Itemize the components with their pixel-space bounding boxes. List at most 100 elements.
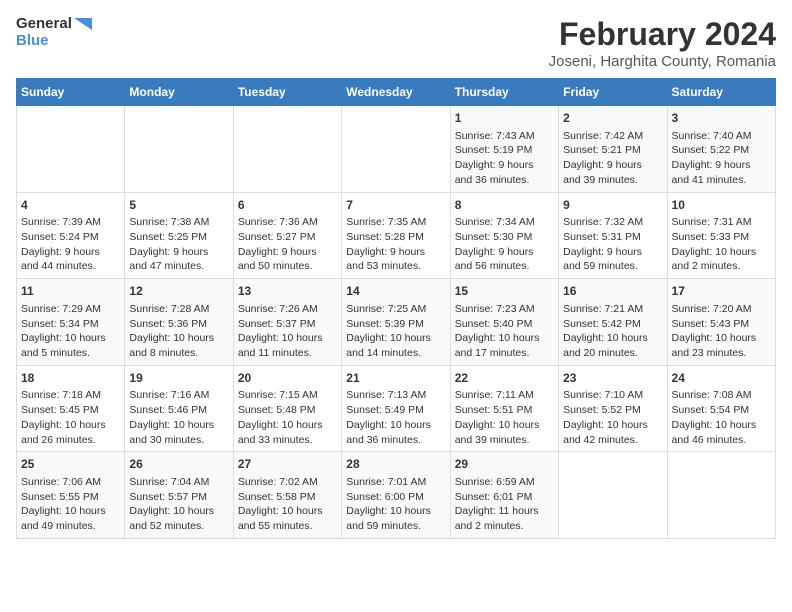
day-info: and 59 minutes.: [346, 519, 445, 534]
cal-cell: 25Sunrise: 7:06 AMSunset: 5:55 PMDayligh…: [17, 452, 125, 539]
day-number: 21: [346, 370, 445, 387]
cal-cell: 6Sunrise: 7:36 AMSunset: 5:27 PMDaylight…: [233, 192, 341, 279]
day-info: Sunrise: 7:10 AM: [563, 388, 662, 403]
cal-cell: [125, 106, 233, 193]
day-info: Daylight: 9 hours: [455, 245, 554, 260]
cal-cell: 23Sunrise: 7:10 AMSunset: 5:52 PMDayligh…: [559, 365, 667, 452]
day-info: and 59 minutes.: [563, 259, 662, 274]
week-row-2: 4Sunrise: 7:39 AMSunset: 5:24 PMDaylight…: [17, 192, 776, 279]
day-info: Sunrise: 7:34 AM: [455, 215, 554, 230]
day-number: 29: [455, 456, 554, 473]
day-info: Sunset: 5:46 PM: [129, 403, 228, 418]
day-info: Sunrise: 7:40 AM: [672, 129, 771, 144]
day-info: and 42 minutes.: [563, 433, 662, 448]
week-row-5: 25Sunrise: 7:06 AMSunset: 5:55 PMDayligh…: [17, 452, 776, 539]
day-info: Daylight: 10 hours: [238, 418, 337, 433]
day-number: 20: [238, 370, 337, 387]
day-number: 12: [129, 283, 228, 300]
day-info: Sunrise: 7:16 AM: [129, 388, 228, 403]
day-info: and 39 minutes.: [455, 433, 554, 448]
day-info: and 30 minutes.: [129, 433, 228, 448]
day-number: 11: [21, 283, 120, 300]
day-info: Daylight: 9 hours: [129, 245, 228, 260]
cal-cell: 7Sunrise: 7:35 AMSunset: 5:28 PMDaylight…: [342, 192, 450, 279]
day-info: Sunset: 5:43 PM: [672, 317, 771, 332]
day-info: and 53 minutes.: [346, 259, 445, 274]
day-info: Sunset: 5:39 PM: [346, 317, 445, 332]
day-info: Sunset: 5:24 PM: [21, 230, 120, 245]
cal-cell: 18Sunrise: 7:18 AMSunset: 5:45 PMDayligh…: [17, 365, 125, 452]
cal-cell: 4Sunrise: 7:39 AMSunset: 5:24 PMDaylight…: [17, 192, 125, 279]
day-number: 19: [129, 370, 228, 387]
day-info: and 41 minutes.: [672, 173, 771, 188]
day-info: Sunrise: 7:01 AM: [346, 475, 445, 490]
day-info: Sunset: 6:01 PM: [455, 490, 554, 505]
day-info: Daylight: 9 hours: [21, 245, 120, 260]
day-info: and 8 minutes.: [129, 346, 228, 361]
day-info: and 33 minutes.: [238, 433, 337, 448]
day-info: Sunrise: 7:08 AM: [672, 388, 771, 403]
day-info: and 50 minutes.: [238, 259, 337, 274]
day-info: Sunset: 6:00 PM: [346, 490, 445, 505]
day-number: 23: [563, 370, 662, 387]
day-info: Daylight: 9 hours: [563, 158, 662, 173]
cal-cell: 14Sunrise: 7:25 AMSunset: 5:39 PMDayligh…: [342, 279, 450, 366]
day-info: Daylight: 10 hours: [346, 418, 445, 433]
day-info: and 39 minutes.: [563, 173, 662, 188]
day-info: and 36 minutes.: [455, 173, 554, 188]
day-info: Sunrise: 7:04 AM: [129, 475, 228, 490]
cal-cell: 10Sunrise: 7:31 AMSunset: 5:33 PMDayligh…: [667, 192, 775, 279]
day-info: and 52 minutes.: [129, 519, 228, 534]
day-info: Sunset: 5:40 PM: [455, 317, 554, 332]
day-number: 1: [455, 110, 554, 127]
week-row-1: 1Sunrise: 7:43 AMSunset: 5:19 PMDaylight…: [17, 106, 776, 193]
cal-cell: 9Sunrise: 7:32 AMSunset: 5:31 PMDaylight…: [559, 192, 667, 279]
day-info: Daylight: 10 hours: [238, 331, 337, 346]
col-header-thursday: Thursday: [450, 79, 558, 106]
cal-cell: 5Sunrise: 7:38 AMSunset: 5:25 PMDaylight…: [125, 192, 233, 279]
day-info: and 44 minutes.: [21, 259, 120, 274]
day-info: Sunset: 5:28 PM: [346, 230, 445, 245]
day-info: Daylight: 10 hours: [672, 418, 771, 433]
cal-cell: 15Sunrise: 7:23 AMSunset: 5:40 PMDayligh…: [450, 279, 558, 366]
cal-cell: 11Sunrise: 7:29 AMSunset: 5:34 PMDayligh…: [17, 279, 125, 366]
day-info: Sunset: 5:49 PM: [346, 403, 445, 418]
cal-cell: [17, 106, 125, 193]
day-info: Sunset: 5:45 PM: [21, 403, 120, 418]
day-info: Daylight: 9 hours: [455, 158, 554, 173]
day-number: 2: [563, 110, 662, 127]
day-info: Sunrise: 7:32 AM: [563, 215, 662, 230]
day-info: Daylight: 10 hours: [455, 418, 554, 433]
day-info: Daylight: 10 hours: [563, 418, 662, 433]
day-info: Sunset: 5:51 PM: [455, 403, 554, 418]
day-info: and 14 minutes.: [346, 346, 445, 361]
cal-cell: 19Sunrise: 7:16 AMSunset: 5:46 PMDayligh…: [125, 365, 233, 452]
day-info: Sunset: 5:30 PM: [455, 230, 554, 245]
day-info: Sunrise: 7:42 AM: [563, 129, 662, 144]
day-info: Sunrise: 7:38 AM: [129, 215, 228, 230]
day-info: Sunset: 5:27 PM: [238, 230, 337, 245]
col-header-tuesday: Tuesday: [233, 79, 341, 106]
col-header-sunday: Sunday: [17, 79, 125, 106]
cal-cell: [233, 106, 341, 193]
cal-cell: 28Sunrise: 7:01 AMSunset: 6:00 PMDayligh…: [342, 452, 450, 539]
day-info: Daylight: 10 hours: [563, 331, 662, 346]
day-number: 18: [21, 370, 120, 387]
day-number: 6: [238, 197, 337, 214]
day-number: 10: [672, 197, 771, 214]
day-number: 24: [672, 370, 771, 387]
day-info: Sunset: 5:22 PM: [672, 143, 771, 158]
day-info: Sunrise: 7:15 AM: [238, 388, 337, 403]
day-number: 16: [563, 283, 662, 300]
col-header-monday: Monday: [125, 79, 233, 106]
day-info: Sunrise: 7:36 AM: [238, 215, 337, 230]
day-info: and 11 minutes.: [238, 346, 337, 361]
page-title: February 2024: [549, 16, 776, 53]
col-header-wednesday: Wednesday: [342, 79, 450, 106]
day-info: and 46 minutes.: [672, 433, 771, 448]
day-number: 25: [21, 456, 120, 473]
day-number: 28: [346, 456, 445, 473]
day-info: Sunset: 5:58 PM: [238, 490, 337, 505]
day-info: Sunset: 5:57 PM: [129, 490, 228, 505]
cal-cell: 24Sunrise: 7:08 AMSunset: 5:54 PMDayligh…: [667, 365, 775, 452]
